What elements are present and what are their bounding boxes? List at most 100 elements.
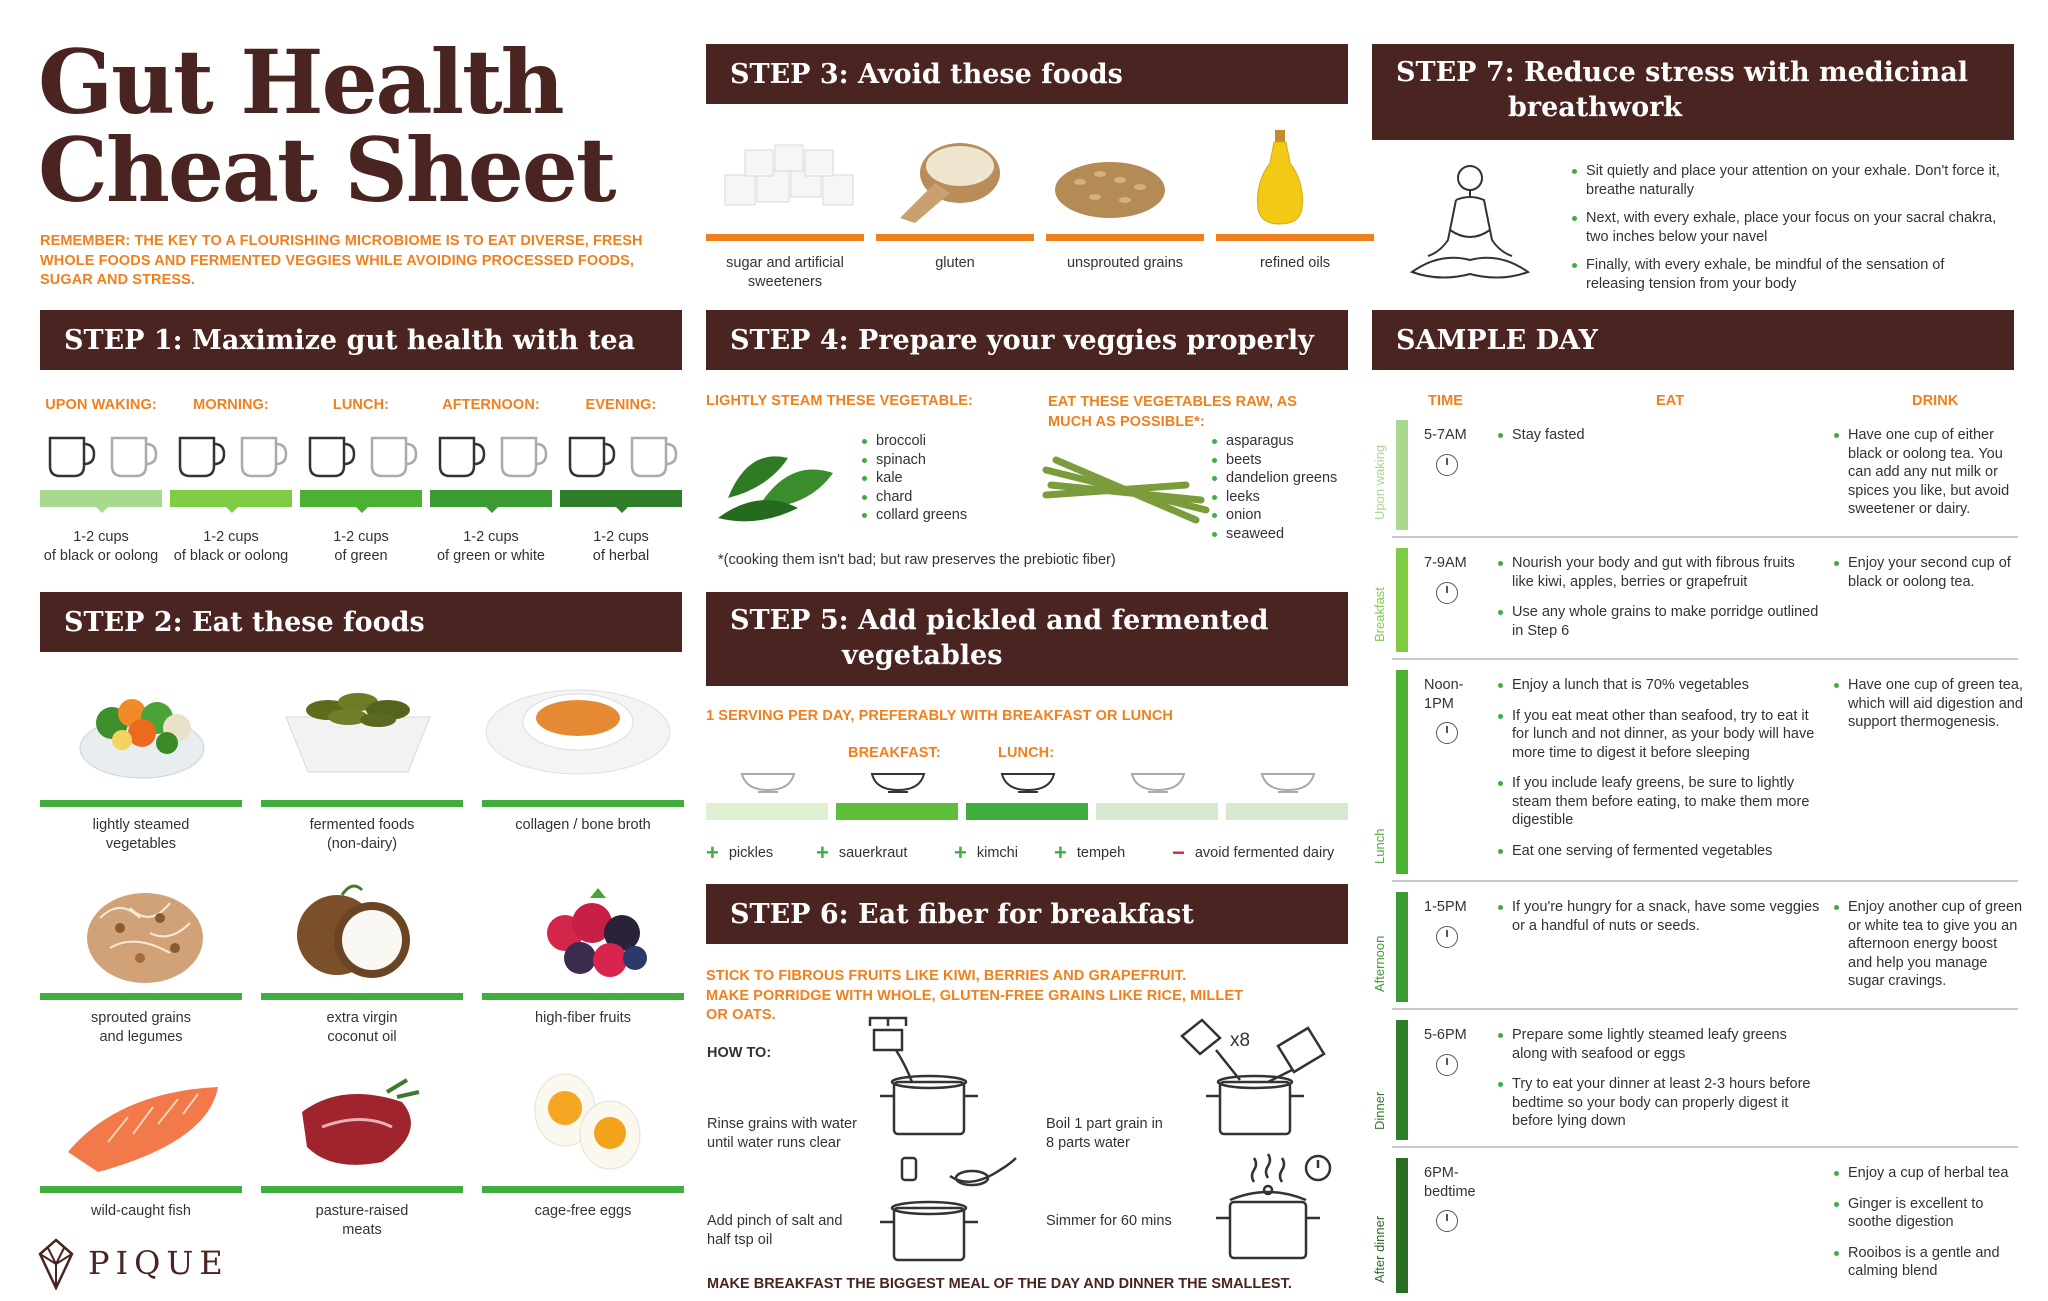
eat-item: Enjoy a lunch that is 70% vegetables <box>1498 676 1820 695</box>
row-divider <box>1392 880 2018 882</box>
drink-item: Have one cup of green tea, which will ai… <box>1834 676 2024 732</box>
eat-list: Enjoy a lunch that is 70% vegetables If y… <box>1498 676 1820 872</box>
tea-cup-icon <box>500 436 548 478</box>
grains-photo <box>1055 162 1165 218</box>
eat-list: Prepare some lightly steamed leafy green… <box>1498 1026 1820 1143</box>
fermented-color-bar <box>1096 803 1218 820</box>
phase-color-bar <box>1396 548 1408 652</box>
tea-time-label: MORNING: <box>193 397 269 413</box>
steam-vegetable: spinach <box>862 451 967 470</box>
tea-cups: 1-2 cups <box>203 529 259 545</box>
howto-step: Rinse grains with water until water runs … <box>707 1115 857 1153</box>
drink-list: Enjoy your second cup of black or oolong… <box>1834 554 2024 603</box>
fermented-item-label: pickles <box>728 845 774 861</box>
salmon-photo <box>68 1087 218 1172</box>
phase-label: Dinner <box>1372 1091 1387 1130</box>
eat-item: Eat one serving of fermented vegetables <box>1498 842 1820 861</box>
steam-vegetable: chard <box>862 488 967 507</box>
avoid-caption: refined oils <box>1206 254 1384 273</box>
food-caption: fermented foods (non-dairy) <box>261 816 463 854</box>
tea-time-label: UPON WAKING: <box>45 397 157 413</box>
tea-type: of black or oolong <box>43 548 159 564</box>
tea-cup-icon <box>110 436 158 478</box>
rinse-pot-icon <box>868 1016 978 1136</box>
food-name: sprouted grains <box>91 1010 191 1026</box>
drink-list: Have one cup of green tea, which will ai… <box>1834 676 2024 744</box>
tea-color-bar <box>40 490 162 507</box>
howto-step-line-1: Add pinch of salt and <box>707 1213 843 1229</box>
bowl-icon <box>870 773 926 793</box>
row-divider <box>1392 1008 2018 1010</box>
plus-icon: + <box>1054 840 1067 865</box>
bowl-icon <box>740 773 796 793</box>
eat-item: Nourish your body and gut with fibrous f… <box>1498 554 1820 591</box>
page-title: Gut Health Cheat Sheet <box>38 38 616 214</box>
eat-item: Stay fasted <box>1498 426 1820 445</box>
eat-item: Prepare some lightly steamed leafy green… <box>1498 1026 1820 1063</box>
spinach-photo <box>718 456 833 522</box>
step5-header: STEP 5: Add pickled and fermented vegeta… <box>706 592 1348 686</box>
tea-cups: 1-2 cups <box>463 529 519 545</box>
eat-list: If you're hungry for a snack, have some … <box>1498 898 1820 947</box>
bowl-icon <box>1260 773 1316 793</box>
drink-list: Enjoy a cup of herbal tea Ginger is excel… <box>1834 1164 2024 1293</box>
time-slot: 5-7AM <box>1424 427 1467 443</box>
col-time-header: TIME <box>1428 393 1464 409</box>
tea-cup-icon <box>568 436 616 478</box>
food-underline <box>261 993 463 1000</box>
step6-footer: MAKE BREAKFAST THE BIGGEST MEAL OF THE D… <box>707 1276 1292 1292</box>
fermented-item: + tempeh <box>1054 840 1125 866</box>
tea-type: of green or white <box>436 548 545 564</box>
howto-step: Boil 1 part grain in 8 parts water <box>1046 1115 1163 1153</box>
food-underline <box>261 800 463 807</box>
tea-type: of green <box>334 548 388 564</box>
fermented-item-label: avoid fermented dairy <box>1194 845 1335 861</box>
drink-list: Have one cup of either black or oolong t… <box>1834 426 2024 531</box>
avoid-underline <box>1216 234 1374 241</box>
howto-step: Add pinch of salt and half tsp oil <box>707 1212 842 1250</box>
tea-cup-icon <box>630 436 678 478</box>
avoid-caption: sugar and artificial sweeteners <box>696 254 874 292</box>
avoid-name: sugar and artificial <box>726 255 844 271</box>
row-divider <box>1392 1146 2018 1148</box>
tea-cups: 1-2 cups <box>593 529 649 545</box>
tea-cups: 1-2 cups <box>73 529 129 545</box>
step5-title-line-2: vegetables <box>842 640 1003 671</box>
time-slot: 1-5PM <box>1424 899 1467 915</box>
raw-vegetable: beets <box>1212 451 1337 470</box>
fermented-color-bar <box>836 803 958 820</box>
bowl-icon <box>1130 773 1186 793</box>
eat-item: If you eat meat other than seafood, try … <box>1498 707 1820 763</box>
breakfast-label: BREAKFAST: <box>848 745 941 761</box>
fermented-color-bar <box>966 803 1088 820</box>
sample-day-header: SAMPLE DAY <box>1372 310 2014 370</box>
steam-vegetable: broccoli <box>862 432 967 451</box>
steam-vegetable: collard greens <box>862 506 967 525</box>
food-name: high-fiber fruits <box>535 1010 631 1026</box>
food-name-2: vegetables <box>105 836 177 852</box>
step7-header: STEP 7: Reduce stress with medicinal bre… <box>1372 44 2014 140</box>
raw-heading-line-2: MUCH AS POSSIBLE*: <box>1048 413 1205 430</box>
fermented-item: + sauerkraut <box>816 840 907 866</box>
tea-bar-notch <box>226 507 238 513</box>
food-caption: collagen / bone broth <box>482 816 684 835</box>
step2-header: STEP 2: Eat these foods <box>40 592 682 652</box>
boil-pot-icon <box>1180 1018 1326 1136</box>
food-underline <box>40 993 242 1000</box>
tea-cup-icon <box>48 436 96 478</box>
plus-icon: + <box>816 840 829 865</box>
bowl-icon <box>1000 773 1056 793</box>
tea-caption: 1-2 cups of green <box>292 528 430 566</box>
howto-step-line-1: Simmer for 60 mins <box>1046 1213 1172 1229</box>
clock-icon <box>1436 722 1458 744</box>
tea-cup-icon <box>308 436 356 478</box>
fermented-item: + pickles <box>706 840 773 866</box>
avoid-name: unsprouted grains <box>1066 255 1184 271</box>
raw-heading: EAT THESE VEGETABLES RAW, AS MUCH AS POS… <box>1048 393 1297 432</box>
eat-item: If you're hungry for a snack, have some … <box>1498 898 1820 935</box>
time-slot: Noon- 1PM <box>1424 677 1464 712</box>
eat-item: Try to eat your dinner at least 2-3 hour… <box>1498 1075 1820 1131</box>
fermented-color-bar <box>706 803 828 820</box>
fermented-color-bar <box>1226 803 1348 820</box>
time-slot: 6PM- bedtime <box>1424 1165 1476 1200</box>
